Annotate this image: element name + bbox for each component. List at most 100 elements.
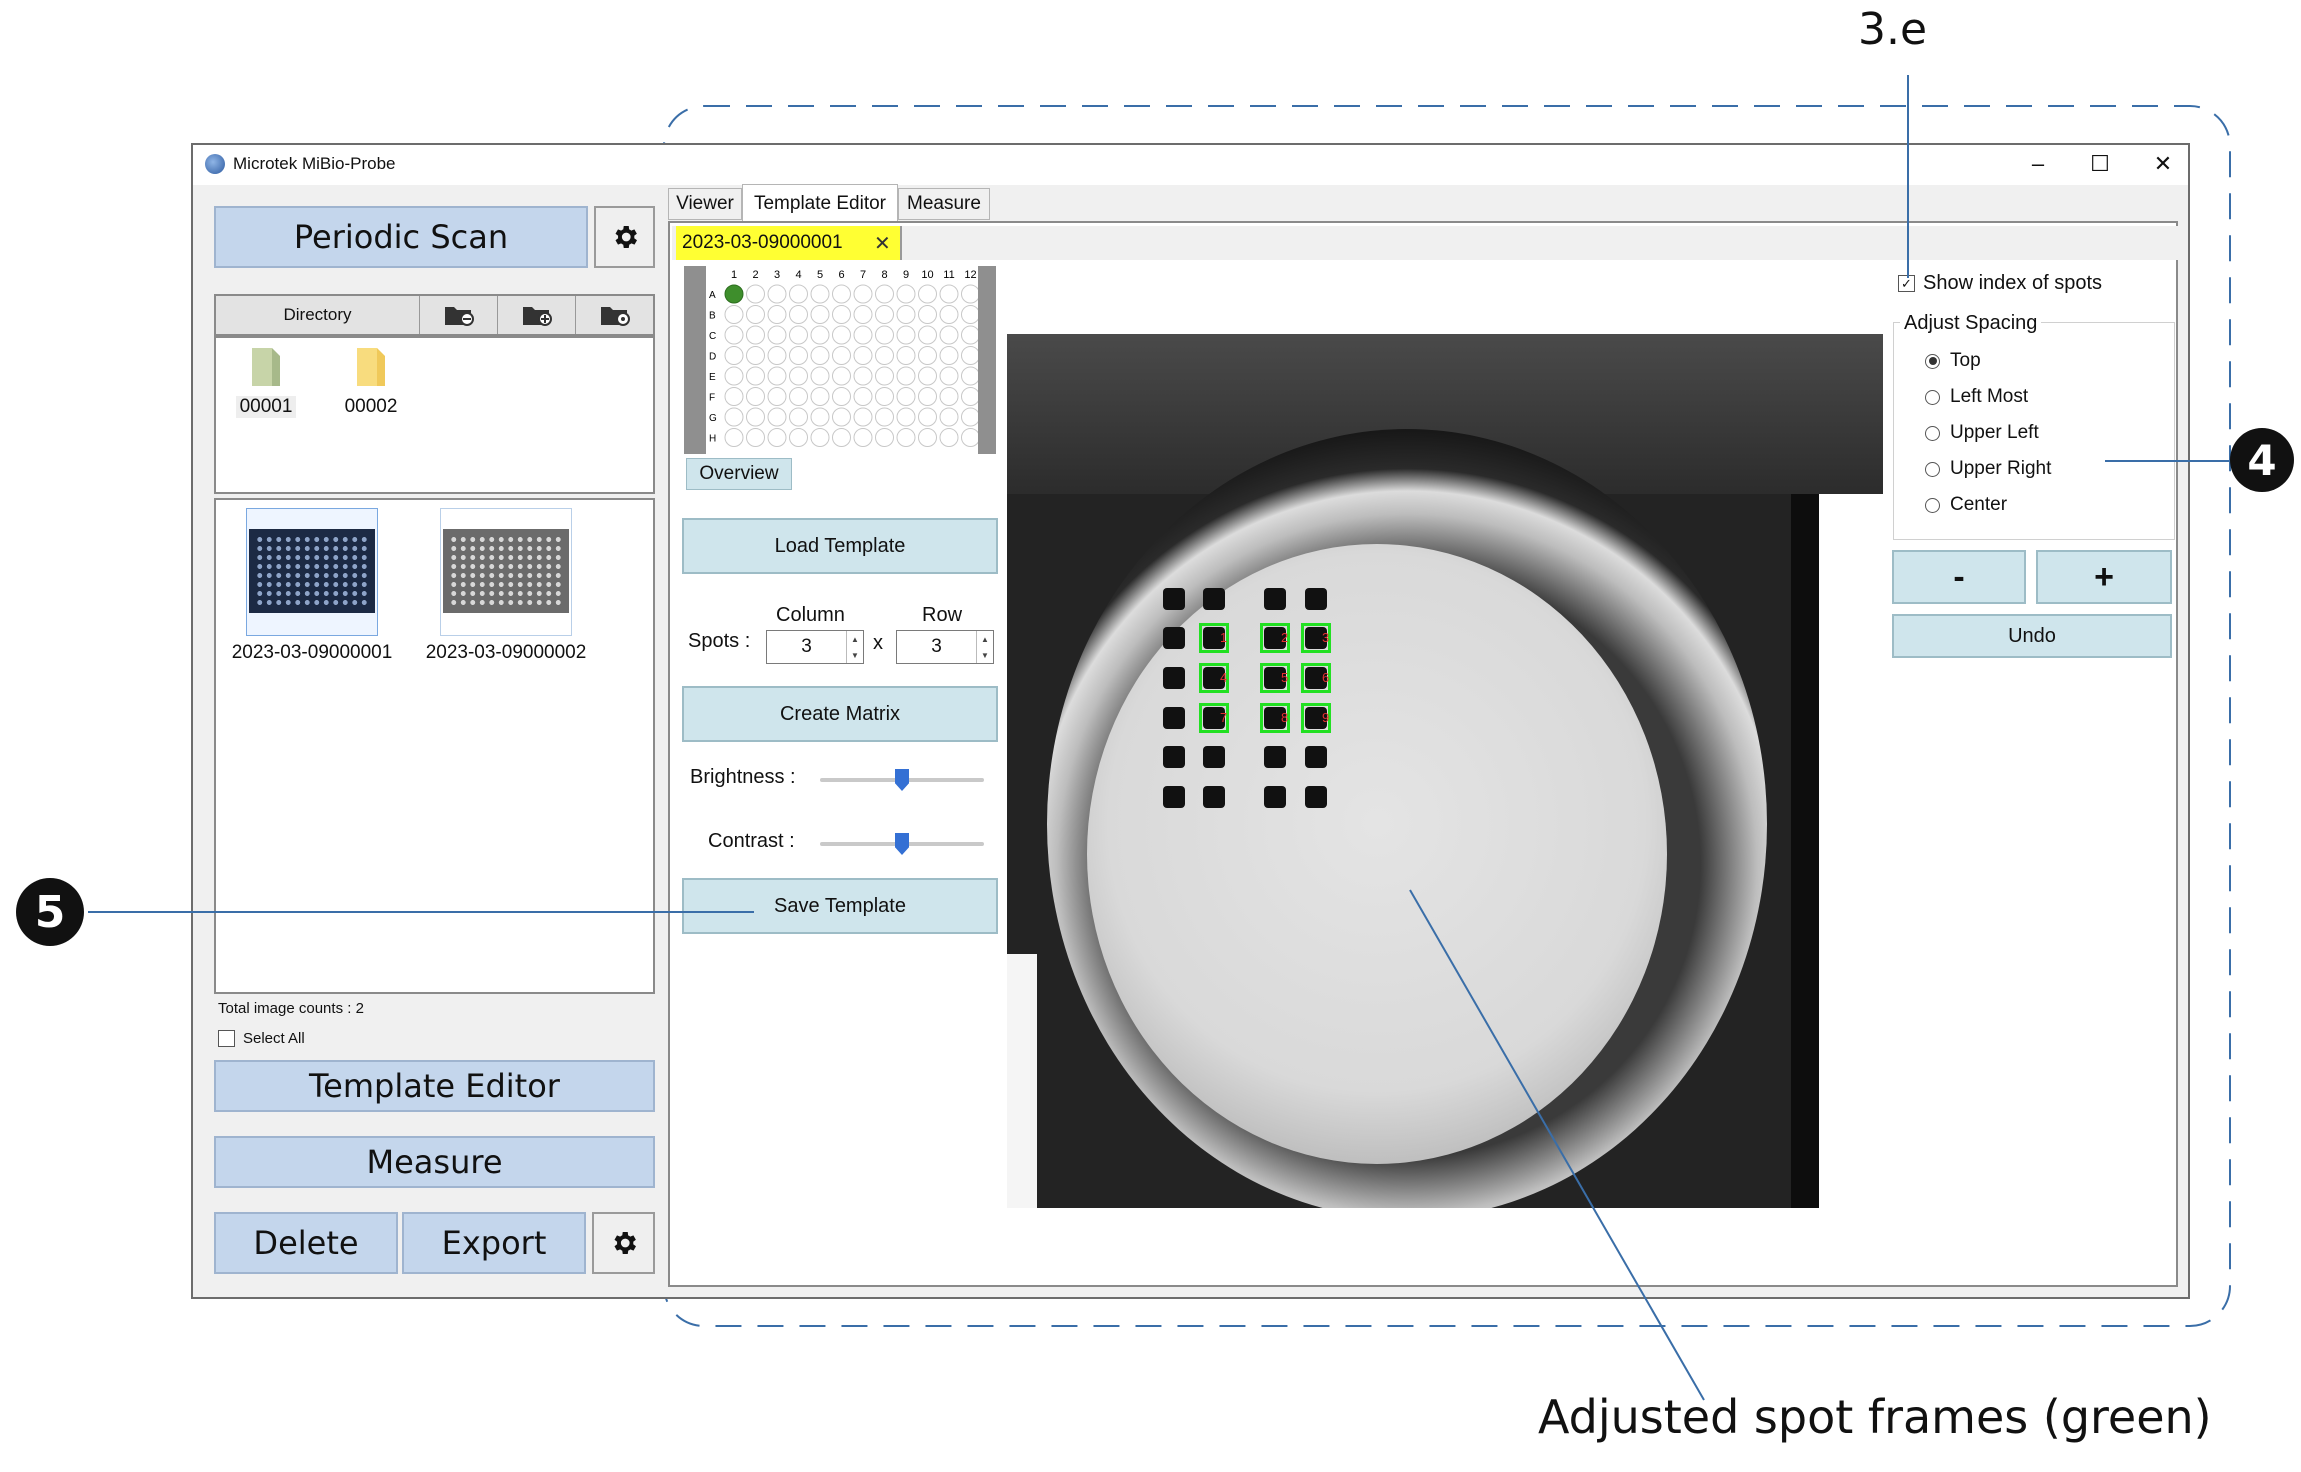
well[interactable] — [853, 387, 873, 406]
image-thumbnail[interactable] — [440, 508, 572, 636]
spacing-option-top[interactable]: Top — [1925, 350, 2051, 372]
well[interactable] — [767, 366, 787, 386]
well[interactable] — [767, 428, 787, 447]
maximize-button[interactable]: ☐ — [2085, 147, 2115, 181]
save-template-button[interactable]: Save Template — [682, 878, 998, 934]
well[interactable] — [918, 366, 937, 386]
show-index-row[interactable]: ✓ Show index of spots — [1898, 272, 2102, 295]
well[interactable] — [896, 387, 916, 406]
folder-settings-button[interactable] — [576, 296, 653, 334]
well[interactable] — [789, 366, 808, 386]
template-editor-button[interactable]: Template Editor — [214, 1060, 655, 1112]
well[interactable] — [724, 305, 744, 324]
well[interactable] — [961, 407, 980, 427]
well[interactable] — [939, 428, 959, 447]
well[interactable] — [832, 387, 851, 406]
periodic-scan-settings-button[interactable] — [594, 206, 655, 268]
well[interactable] — [918, 407, 937, 427]
well[interactable] — [789, 284, 808, 304]
well[interactable] — [810, 346, 830, 365]
well[interactable] — [918, 325, 937, 345]
well[interactable] — [767, 407, 787, 427]
well[interactable] — [724, 387, 744, 406]
well[interactable] — [961, 346, 980, 365]
well[interactable] — [875, 284, 894, 304]
well[interactable] — [746, 387, 765, 406]
load-template-button[interactable]: Load Template — [682, 518, 998, 574]
well-selected[interactable] — [724, 284, 744, 304]
brightness-slider-thumb[interactable] — [895, 769, 909, 791]
export-settings-button[interactable] — [592, 1212, 655, 1274]
select-all-row[interactable]: Select All — [218, 1030, 305, 1047]
well[interactable] — [918, 284, 937, 304]
well[interactable] — [832, 284, 851, 304]
create-matrix-button[interactable]: Create Matrix — [682, 686, 998, 742]
tab-measure[interactable]: Measure — [898, 188, 990, 220]
radio-button[interactable] — [1925, 389, 1940, 405]
well[interactable] — [875, 366, 894, 386]
well[interactable] — [746, 407, 765, 427]
well[interactable] — [810, 387, 830, 406]
well[interactable] — [896, 366, 916, 386]
well[interactable] — [789, 305, 808, 324]
well[interactable] — [939, 284, 959, 304]
well[interactable] — [875, 305, 894, 324]
well[interactable] — [810, 407, 830, 427]
show-index-checkbox[interactable]: ✓ — [1898, 275, 1915, 292]
well[interactable] — [918, 428, 937, 447]
image-thumbnail-selected[interactable] — [246, 508, 378, 636]
well[interactable] — [746, 366, 765, 386]
well[interactable] — [961, 428, 980, 447]
well[interactable] — [724, 346, 744, 365]
radio-button[interactable] — [1925, 461, 1940, 477]
well[interactable] — [853, 325, 873, 345]
well[interactable] — [939, 325, 959, 345]
well[interactable] — [961, 387, 980, 406]
well[interactable] — [853, 407, 873, 427]
well[interactable] — [875, 387, 894, 406]
well[interactable] — [961, 366, 980, 386]
well[interactable] — [939, 366, 959, 386]
well[interactable] — [746, 284, 765, 304]
well[interactable] — [767, 305, 787, 324]
spinner-arrows-icon[interactable]: ▲ ▼ — [846, 631, 863, 663]
well[interactable] — [832, 325, 851, 345]
well[interactable] — [746, 305, 765, 324]
well[interactable] — [896, 284, 916, 304]
export-button[interactable]: Export — [402, 1212, 586, 1274]
well[interactable] — [939, 346, 959, 365]
well[interactable] — [724, 428, 744, 447]
well[interactable] — [832, 428, 851, 447]
well[interactable] — [875, 407, 894, 427]
well[interactable] — [853, 284, 873, 304]
well[interactable] — [810, 366, 830, 386]
add-folder-button[interactable] — [498, 296, 576, 334]
well[interactable] — [939, 387, 959, 406]
well[interactable] — [875, 325, 894, 345]
well[interactable] — [746, 325, 765, 345]
contrast-slider-thumb[interactable] — [895, 833, 909, 855]
well[interactable] — [961, 284, 980, 304]
row-spinner[interactable]: 3 ▲ ▼ — [896, 630, 994, 664]
well[interactable] — [896, 325, 916, 345]
well[interactable] — [724, 366, 744, 386]
well[interactable] — [918, 387, 937, 406]
column-spinner[interactable]: 3 ▲ ▼ — [766, 630, 864, 664]
select-all-checkbox[interactable] — [218, 1030, 235, 1047]
well[interactable] — [918, 346, 937, 365]
well[interactable] — [853, 346, 873, 365]
well[interactable] — [810, 325, 830, 345]
contrast-slider[interactable] — [820, 833, 984, 855]
well[interactable] — [789, 407, 808, 427]
well[interactable] — [789, 325, 808, 345]
delete-button[interactable]: Delete — [214, 1212, 398, 1274]
well[interactable] — [789, 387, 808, 406]
increase-spacing-button[interactable]: + — [2036, 550, 2172, 604]
tab-template-editor[interactable]: Template Editor — [742, 184, 898, 222]
spot-image[interactable]: 1 2 3 4 5 6 7 8 9 — [1007, 334, 1883, 1208]
well[interactable] — [939, 407, 959, 427]
radio-button[interactable] — [1925, 353, 1940, 369]
document-tab[interactable]: 2023-03-09000001 ✕ — [676, 226, 902, 260]
well[interactable] — [875, 346, 894, 365]
well[interactable] — [918, 305, 937, 324]
